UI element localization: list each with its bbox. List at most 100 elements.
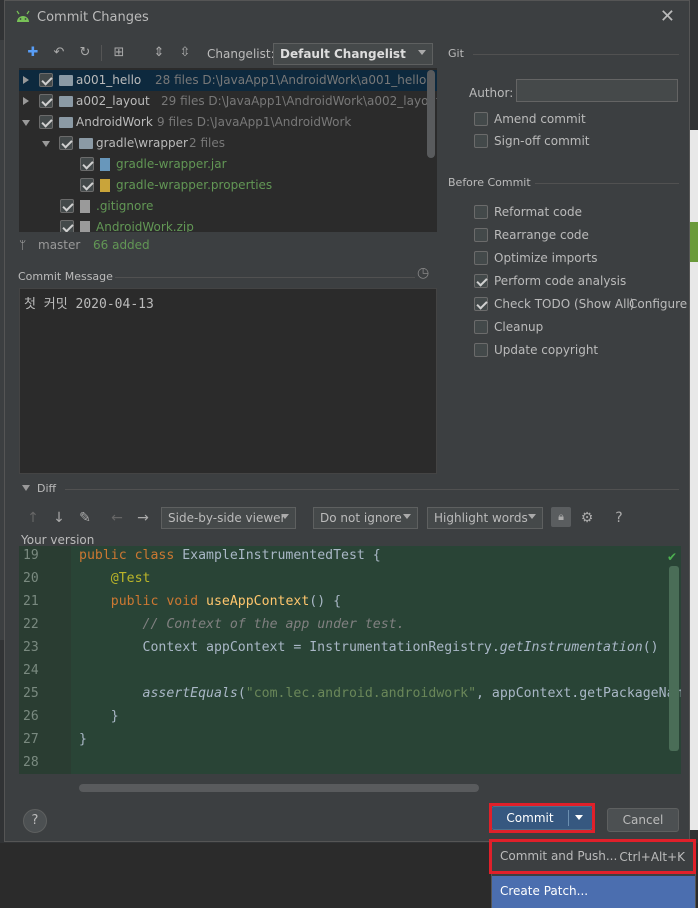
checkbox[interactable] <box>474 205 488 219</box>
code-diff-viewer[interactable]: 19 20 21 22 23 24 25 26 27 28 public cla… <box>19 546 681 774</box>
cancel-button[interactable]: Cancel <box>607 808 679 832</box>
tree-item-meta: 2 files <box>189 136 225 150</box>
added-count: 66 added <box>93 238 150 252</box>
commit-message-text: 첫 커밋 2020-04-13 <box>24 297 154 312</box>
tree-row-a002-layout[interactable]: a002_layout 29 files D:\JavaApp1\Android… <box>19 91 437 112</box>
author-input[interactable] <box>516 79 678 102</box>
show-diff-icon[interactable]: ✚ <box>25 45 41 61</box>
changelist-dropdown[interactable]: Default Changelist <box>273 43 433 65</box>
history-icon[interactable]: ◷ <box>417 265 429 281</box>
tree-item-name: gradle-wrapper.jar <box>116 157 227 171</box>
folder-icon <box>79 138 93 149</box>
refresh-icon[interactable]: ↻ <box>77 45 93 61</box>
tree-row-a001-hello[interactable]: a001_hello 28 files D:\JavaApp1\AndroidW… <box>19 70 437 91</box>
tree-checkbox[interactable] <box>59 136 73 150</box>
optimize-imports-checkbox[interactable]: Optimize imports <box>474 250 674 268</box>
commit-message-input[interactable]: 첫 커밋 2020-04-13 <box>19 288 437 474</box>
tree-checkbox[interactable] <box>60 220 74 232</box>
tree-checkbox[interactable] <box>39 115 53 129</box>
prev-file-icon[interactable]: ← <box>109 510 125 526</box>
your-version-label: Your version <box>21 533 95 547</box>
expand-all-icon[interactable]: ⇕ <box>151 45 167 61</box>
tree-checkbox[interactable] <box>39 73 53 87</box>
chevron-down-icon <box>528 514 536 519</box>
option-label: Optimize imports <box>494 251 598 265</box>
android-icon <box>16 10 30 22</box>
viewer-dropdown[interactable]: Side-by-side viewer <box>161 507 296 529</box>
jar-file-icon <box>100 158 110 171</box>
code-line: } <box>79 732 87 747</box>
tree-item-name: gradle\wrapper <box>96 136 188 150</box>
perform-code-analysis-checkbox[interactable]: Perform code analysis <box>474 273 674 291</box>
code-line: assertEquals("com.lec.android.androidwor… <box>142 686 681 701</box>
checkbox[interactable] <box>474 112 488 126</box>
checkbox[interactable] <box>474 134 488 148</box>
next-file-icon[interactable]: → <box>135 510 151 526</box>
option-label: Rearrange code <box>494 228 589 242</box>
rearrange-code-checkbox[interactable]: Rearrange code <box>474 227 674 245</box>
collapse-arrow-icon[interactable] <box>42 141 50 147</box>
option-label: Sign-off commit <box>494 134 590 148</box>
tree-item-name: AndroidWork.zip <box>96 220 194 232</box>
collapse-all-icon[interactable]: ⇳ <box>177 45 193 61</box>
help-icon[interactable]: ? <box>611 510 627 526</box>
checkbox[interactable] <box>474 343 488 357</box>
tree-item-meta: 28 files D:\JavaApp1\AndroidWork\a001_he… <box>155 73 427 87</box>
chevron-down-icon <box>403 514 411 519</box>
reformat-code-checkbox[interactable]: Reformat code <box>474 204 674 222</box>
tree-row-gradle-wrapper-jar[interactable]: gradle-wrapper.jar <box>19 154 437 175</box>
configure-link[interactable]: Configure <box>629 297 687 311</box>
next-change-icon[interactable]: ↓ <box>51 510 67 526</box>
zip-file-icon <box>80 221 90 232</box>
line-number-gutter: 19 20 21 22 23 24 25 26 27 28 <box>19 546 71 774</box>
code-line: // Context of the app under test. <box>142 617 405 632</box>
tree-row-gitignore[interactable]: .gitignore <box>19 196 437 217</box>
diff-collapse-icon[interactable] <box>22 485 30 491</box>
changes-tree[interactable]: a001_hello 28 files D:\JavaApp1\AndroidW… <box>19 68 437 232</box>
chevron-down-icon <box>418 50 426 55</box>
close-icon[interactable]: ✕ <box>660 6 675 27</box>
checkbox[interactable] <box>474 297 488 311</box>
tree-row-androidwork-zip[interactable]: AndroidWork.zip <box>19 217 437 232</box>
collapse-arrow-icon[interactable] <box>22 120 30 126</box>
checkbox[interactable] <box>474 320 488 334</box>
git-section-title: Git <box>448 47 464 60</box>
check-todo-checkbox[interactable]: Check TODO (Show All) Configure <box>474 296 687 314</box>
checkbox[interactable] <box>474 228 488 242</box>
tree-scrollbar[interactable] <box>427 70 435 158</box>
tree-checkbox[interactable] <box>80 178 94 192</box>
separator <box>473 54 679 55</box>
tree-checkbox[interactable] <box>60 199 74 213</box>
gear-icon[interactable]: ⚙ <box>579 510 595 526</box>
option-label: Amend commit <box>494 112 586 126</box>
branch-icon: ᛘ <box>19 238 27 252</box>
checkbox[interactable] <box>474 251 488 265</box>
line-number: 25 <box>23 686 39 701</box>
rollback-icon[interactable]: ↶ <box>51 45 67 61</box>
code-horizontal-scrollbar[interactable] <box>79 784 479 792</box>
expand-arrow-icon[interactable] <box>23 97 29 105</box>
cleanup-checkbox[interactable]: Cleanup <box>474 319 674 337</box>
ignore-dropdown[interactable]: Do not ignore <box>313 507 418 529</box>
edit-source-icon[interactable]: ✎ <box>77 510 93 526</box>
create-patch-item[interactable]: Create Patch... <box>492 876 695 908</box>
tree-row-gradle-wrapper-properties[interactable]: gradle-wrapper.properties <box>19 175 437 196</box>
update-copyright-checkbox[interactable]: Update copyright <box>474 342 674 360</box>
checkbox[interactable] <box>474 274 488 288</box>
code-vertical-scrollbar[interactable] <box>669 566 679 751</box>
group-by-icon[interactable]: ⊞ <box>111 45 127 61</box>
line-number: 20 <box>23 571 39 586</box>
tree-checkbox[interactable] <box>80 157 94 171</box>
tree-checkbox[interactable] <box>39 94 53 108</box>
viewer-value: Side-by-side viewer <box>168 511 286 525</box>
help-button[interactable]: ? <box>23 809 47 833</box>
prev-change-icon[interactable]: ↑ <box>25 510 41 526</box>
tree-row-androidwork[interactable]: AndroidWork 9 files D:\JavaApp1\AndroidW… <box>19 112 437 133</box>
amend-commit-checkbox[interactable]: Amend commit <box>474 111 674 129</box>
signoff-commit-checkbox[interactable]: Sign-off commit <box>474 133 674 151</box>
tree-row-gradle-wrapper[interactable]: gradle\wrapper 2 files <box>19 133 437 154</box>
expand-arrow-icon[interactable] <box>23 76 29 84</box>
lock-icon[interactable]: 🔒︎ <box>551 507 571 527</box>
tree-item-name: .gitignore <box>96 199 154 213</box>
highlight-dropdown[interactable]: Highlight words <box>427 507 543 529</box>
